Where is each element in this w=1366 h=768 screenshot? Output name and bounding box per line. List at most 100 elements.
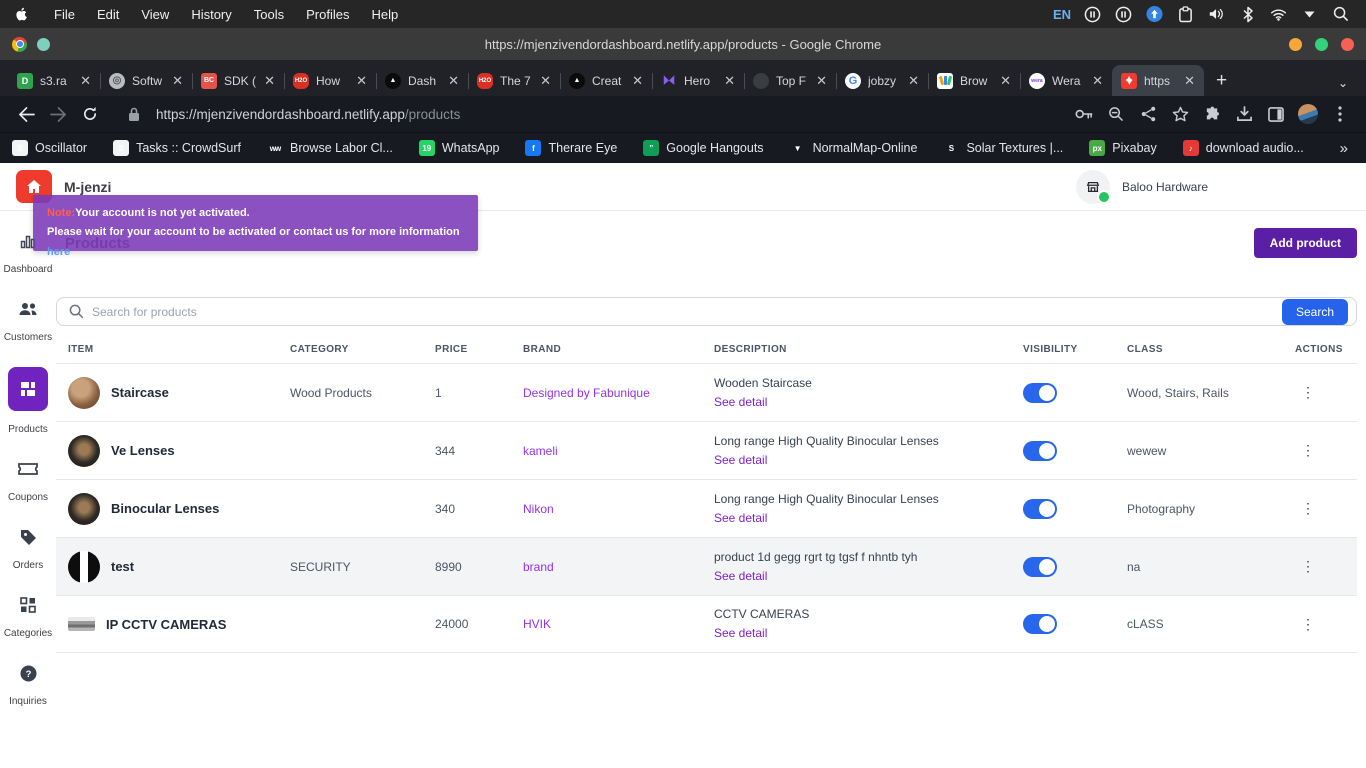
window-titlebar[interactable]: https://mjenzivendordashboard.netlify.ap… <box>0 28 1366 60</box>
see-detail-link[interactable]: See detail <box>714 624 767 643</box>
product-brand-link[interactable]: brand <box>523 560 554 574</box>
sidebar-item-products[interactable]: Products <box>0 367 56 435</box>
visibility-toggle[interactable] <box>1023 557 1057 577</box>
tab-softw[interactable]: ◎Softw✕ <box>100 65 192 96</box>
tab-close-icon[interactable]: ✕ <box>1089 73 1106 89</box>
banner-here-link[interactable]: here <box>47 246 70 258</box>
tab-close-icon[interactable]: ✕ <box>445 73 462 89</box>
menu-profiles[interactable]: Profiles <box>295 7 360 22</box>
tab-dash[interactable]: ▲Dash✕ <box>376 65 468 96</box>
tab-topf[interactable]: Top F✕ <box>744 65 836 96</box>
product-brand-link[interactable]: Nikon <box>523 502 554 516</box>
bookmark-star-icon[interactable] <box>1168 102 1192 126</box>
address-bar[interactable]: https://mjenzivendordashboard.netlify.ap… <box>156 107 1068 122</box>
extensions-puzzle-icon[interactable] <box>1200 102 1224 126</box>
back-button[interactable] <box>14 102 38 126</box>
window-close-button[interactable] <box>1341 38 1354 51</box>
tab-s3[interactable]: Ds3.ra✕ <box>8 65 100 96</box>
pause-status-icon[interactable] <box>1084 6 1101 23</box>
menu-file[interactable]: File <box>43 7 86 22</box>
see-detail-link[interactable]: See detail <box>714 509 767 528</box>
tab-creat[interactable]: ▲Creat✕ <box>560 65 652 96</box>
downloads-icon[interactable] <box>1232 102 1256 126</box>
row-actions-menu-icon[interactable]: ⋮ <box>1295 440 1321 461</box>
tab-wera[interactable]: weraWera✕ <box>1020 65 1112 96</box>
tab-close-icon[interactable]: ✕ <box>721 73 738 89</box>
password-key-icon[interactable] <box>1072 102 1096 126</box>
profile-avatar[interactable] <box>1296 102 1320 126</box>
chevron-down-icon[interactable] <box>1301 6 1318 23</box>
tab-close-icon[interactable]: ✕ <box>997 73 1014 89</box>
tab-close-icon[interactable]: ✕ <box>905 73 922 89</box>
browser-menu-icon[interactable] <box>1328 102 1352 126</box>
apple-menu-icon[interactable] <box>14 6 29 22</box>
site-security-lock-icon[interactable] <box>122 102 146 126</box>
search-spotlight-icon[interactable] <box>1332 6 1349 23</box>
tab-hero[interactable]: Hero✕ <box>652 65 744 96</box>
bookmark-browse-labor[interactable]: wwBrowse Labor Cl... <box>267 140 393 156</box>
row-actions-menu-icon[interactable]: ⋮ <box>1295 556 1321 577</box>
bookmark-download-audio[interactable]: ♪download audio... <box>1183 140 1304 156</box>
sidebar-item-customers[interactable]: Customers <box>0 299 56 343</box>
product-brand-link[interactable]: HVIK <box>523 617 551 631</box>
tab-close-icon[interactable]: ✕ <box>261 73 278 89</box>
language-indicator[interactable]: EN <box>1053 7 1071 22</box>
visibility-toggle[interactable] <box>1023 441 1057 461</box>
see-detail-link[interactable]: See detail <box>714 451 767 470</box>
forward-button[interactable] <box>46 102 70 126</box>
pause-status-icon-2[interactable] <box>1115 6 1132 23</box>
tab-close-icon[interactable]: ✕ <box>629 73 646 89</box>
side-panel-icon[interactable] <box>1264 102 1288 126</box>
product-brand-link[interactable]: Designed by Fabunique <box>523 386 650 400</box>
tab-close-icon[interactable]: ✕ <box>1181 73 1198 89</box>
zoom-out-icon[interactable] <box>1104 102 1128 126</box>
sidebar-item-inquiries[interactable]: ? Inquiries <box>0 663 56 707</box>
menu-edit[interactable]: Edit <box>86 7 130 22</box>
vendor-account[interactable]: Baloo Hardware <box>1076 170 1208 204</box>
tab-active-products[interactable]: https✕ <box>1112 65 1204 96</box>
new-tab-button[interactable]: + <box>1204 70 1241 96</box>
tab-close-icon[interactable]: ✕ <box>77 73 94 89</box>
search-button[interactable]: Search <box>1282 299 1348 325</box>
volume-icon[interactable] <box>1208 6 1225 23</box>
tab-close-icon[interactable]: ✕ <box>169 73 186 89</box>
bookmarks-overflow-icon[interactable]: » <box>1340 140 1348 157</box>
tab-how[interactable]: H2OHow✕ <box>284 65 376 96</box>
sidebar-item-categories[interactable]: Categories <box>0 595 56 639</box>
search-input[interactable] <box>92 305 1282 319</box>
bookmark-pixabay[interactable]: pxPixabay <box>1089 140 1156 156</box>
visibility-toggle[interactable] <box>1023 614 1057 634</box>
see-detail-link[interactable]: See detail <box>714 393 767 412</box>
bookmark-whatsapp[interactable]: 19WhatsApp <box>419 140 500 156</box>
product-brand-link[interactable]: kameli <box>523 444 558 458</box>
tab-close-icon[interactable]: ✕ <box>353 73 370 89</box>
bookmark-normalmap[interactable]: ▼NormalMap-Online <box>790 140 918 156</box>
tab-close-icon[interactable]: ✕ <box>537 73 554 89</box>
bluetooth-icon[interactable] <box>1239 6 1256 23</box>
bookmark-crowdsurf[interactable]: STasks :: CrowdSurf <box>113 140 241 156</box>
visibility-toggle[interactable] <box>1023 383 1057 403</box>
share-icon[interactable] <box>1136 102 1160 126</box>
clipboard-icon[interactable] <box>1177 6 1194 23</box>
tab-brow[interactable]: Brow✕ <box>928 65 1020 96</box>
wifi-icon[interactable] <box>1270 6 1287 23</box>
tab-sdk[interactable]: BCSDK (✕ <box>192 65 284 96</box>
bookmark-therare-eye[interactable]: fTherare Eye <box>525 140 617 156</box>
visibility-toggle[interactable] <box>1023 499 1057 519</box>
menu-view[interactable]: View <box>130 7 180 22</box>
tab-the7[interactable]: H2OThe 7✕ <box>468 65 560 96</box>
menu-tools[interactable]: Tools <box>243 7 295 22</box>
row-actions-menu-icon[interactable]: ⋮ <box>1295 614 1321 635</box>
tab-search-chevron-icon[interactable]: ⌄ <box>1338 76 1348 90</box>
add-product-button[interactable]: Add product <box>1254 228 1357 258</box>
see-detail-link[interactable]: See detail <box>714 567 767 586</box>
row-actions-menu-icon[interactable]: ⋮ <box>1295 382 1321 403</box>
menu-help[interactable]: Help <box>360 7 409 22</box>
window-maximize-button[interactable] <box>1315 38 1328 51</box>
tab-close-icon[interactable]: ✕ <box>813 73 830 89</box>
sidebar-item-orders[interactable]: Orders <box>0 527 56 571</box>
bookmark-solar-textures[interactable]: SSolar Textures |... <box>943 140 1063 156</box>
sidebar-item-coupons[interactable]: Coupons <box>0 459 56 503</box>
reload-button[interactable] <box>78 102 102 126</box>
upload-status-icon[interactable] <box>1146 6 1163 23</box>
